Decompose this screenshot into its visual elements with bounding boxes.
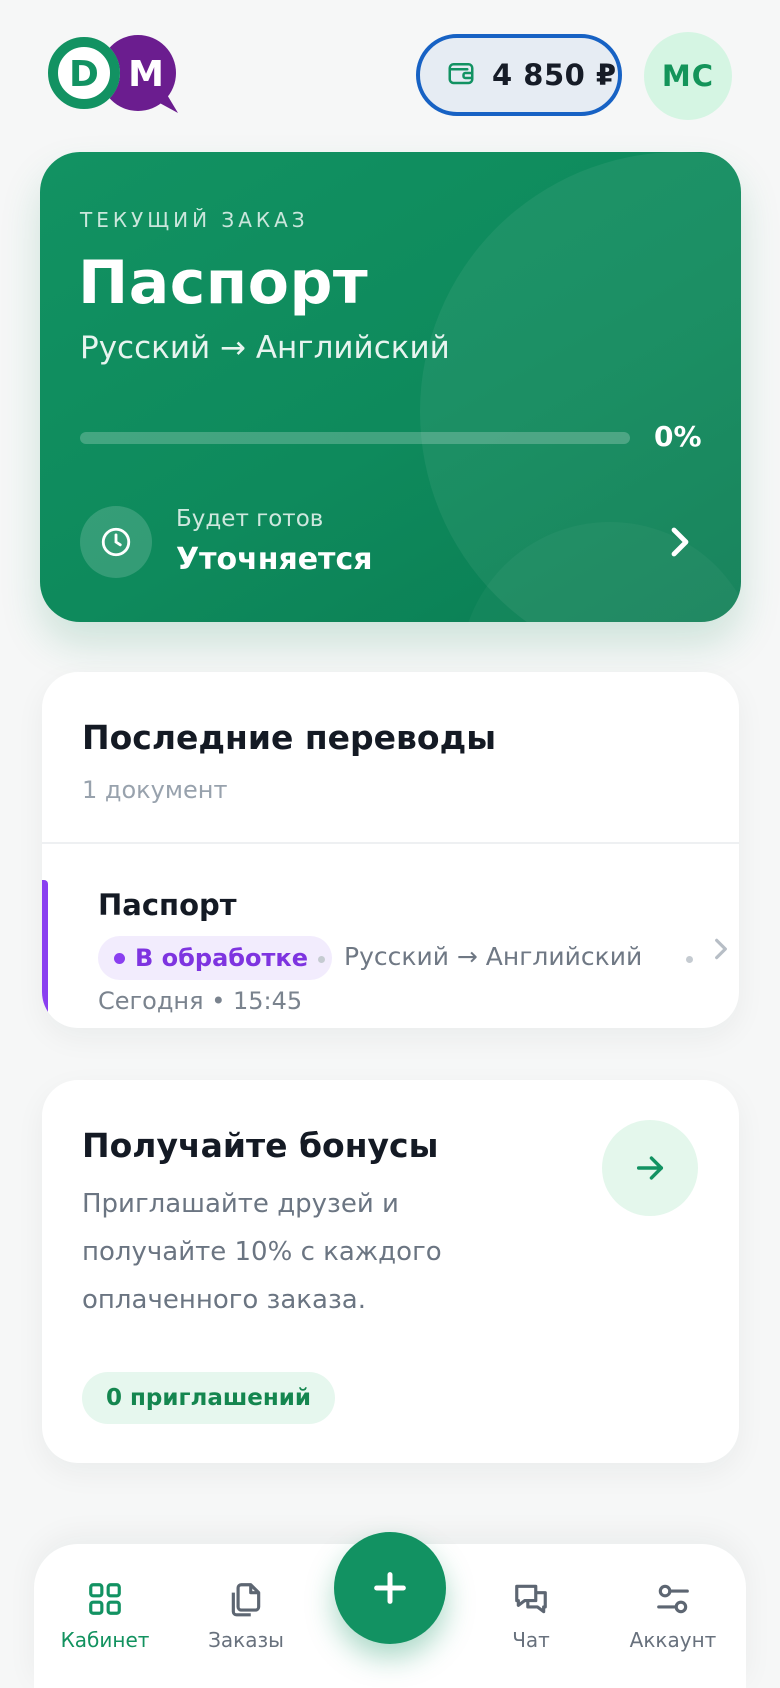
- avatar[interactable]: МС: [644, 32, 732, 120]
- nav-item-label: Кабинет: [60, 1628, 150, 1652]
- current-order-card[interactable]: ТЕКУЩИЙ ЗАКАЗ Паспорт Русский → Английск…: [40, 152, 741, 622]
- logo-letter-d: D: [69, 54, 99, 95]
- order-progress-bar: [80, 432, 630, 444]
- invites-count-badge: 0 приглашений: [82, 1372, 336, 1424]
- wallet-balance-button[interactable]: 4 850 ₽: [416, 34, 622, 116]
- translation-document-name: Паспорт: [98, 888, 237, 922]
- plus-icon: [374, 1572, 406, 1604]
- nav-item-label: Чат: [512, 1628, 550, 1652]
- grid-icon: [89, 1583, 121, 1615]
- recent-translations-count: 1 документ: [82, 776, 228, 804]
- current-order-eyebrow: ТЕКУЩИЙ ЗАКАЗ: [80, 208, 309, 232]
- bonus-description: Приглашайте друзей и получайте 10% с каж…: [82, 1189, 442, 1315]
- nav-item-account[interactable]: Аккаунт: [608, 1580, 738, 1670]
- status-dot-icon: [114, 952, 125, 964]
- translation-languages: Русский → Английский: [344, 942, 643, 971]
- brand-logo-mark: D M: [48, 35, 178, 113]
- translation-datetime: Сегодня • 15:45: [98, 987, 302, 1015]
- arrow-right-icon: [636, 1156, 664, 1180]
- chevron-right-icon[interactable]: [666, 524, 694, 564]
- translation-list-item[interactable]: Паспорт В обработке Русский → Английский…: [42, 844, 739, 1028]
- ready-value: Уточняется: [176, 542, 373, 577]
- brand-logo[interactable]: D M: [46, 35, 192, 117]
- nav-item-chat[interactable]: Чат: [466, 1580, 596, 1670]
- chat-icon: [515, 1584, 547, 1614]
- wallet-icon: [446, 58, 476, 92]
- separator-dot-icon: [686, 956, 693, 963]
- status-badge: В обработке: [98, 936, 332, 980]
- order-progress-percent: 0%: [654, 420, 702, 453]
- nav-item-cabinet[interactable]: Кабинет: [40, 1580, 170, 1670]
- translation-time: 15:45: [232, 987, 303, 1015]
- sliders-icon: [657, 1584, 689, 1614]
- translation-date: Сегодня: [98, 987, 204, 1015]
- header: D M 4 850 ₽ МС: [0, 0, 780, 150]
- bonus-title: Получайте бонусы: [82, 1126, 439, 1165]
- status-badge-label: В обработке: [135, 944, 308, 972]
- current-order-title: Паспорт: [78, 248, 369, 318]
- new-order-button[interactable]: [334, 1532, 446, 1644]
- recent-translations-card: Последние переводы 1 документ Паспорт В …: [42, 672, 739, 1028]
- ready-label: Будет готов: [176, 506, 324, 532]
- dashboard-screen: D M 4 850 ₽ МС ТЕКУЩИЙ ЗАКАЗ Паспорт Рус…: [0, 0, 780, 1688]
- bonus-go-button[interactable]: [602, 1120, 698, 1216]
- chevron-right-icon[interactable]: [712, 936, 730, 966]
- bonus-card: Получайте бонусы Приглашайте друзей и по…: [42, 1080, 739, 1463]
- recent-translations-title: Последние переводы: [82, 718, 497, 757]
- separator-dot-icon: •: [211, 987, 233, 1015]
- nav-item-orders[interactable]: Заказы: [181, 1580, 311, 1670]
- nav-item-label: Заказы: [208, 1628, 284, 1652]
- status-accent-bar: [42, 880, 48, 1018]
- wallet-amount: 4 850 ₽: [492, 58, 617, 92]
- current-order-languages: Русский → Английский: [80, 330, 450, 366]
- logo-letter-m: M: [128, 54, 164, 95]
- separator-dot-icon: [318, 956, 325, 963]
- clock-icon: [80, 506, 152, 578]
- nav-item-label: Аккаунт: [629, 1628, 717, 1652]
- documents-icon: [231, 1583, 261, 1617]
